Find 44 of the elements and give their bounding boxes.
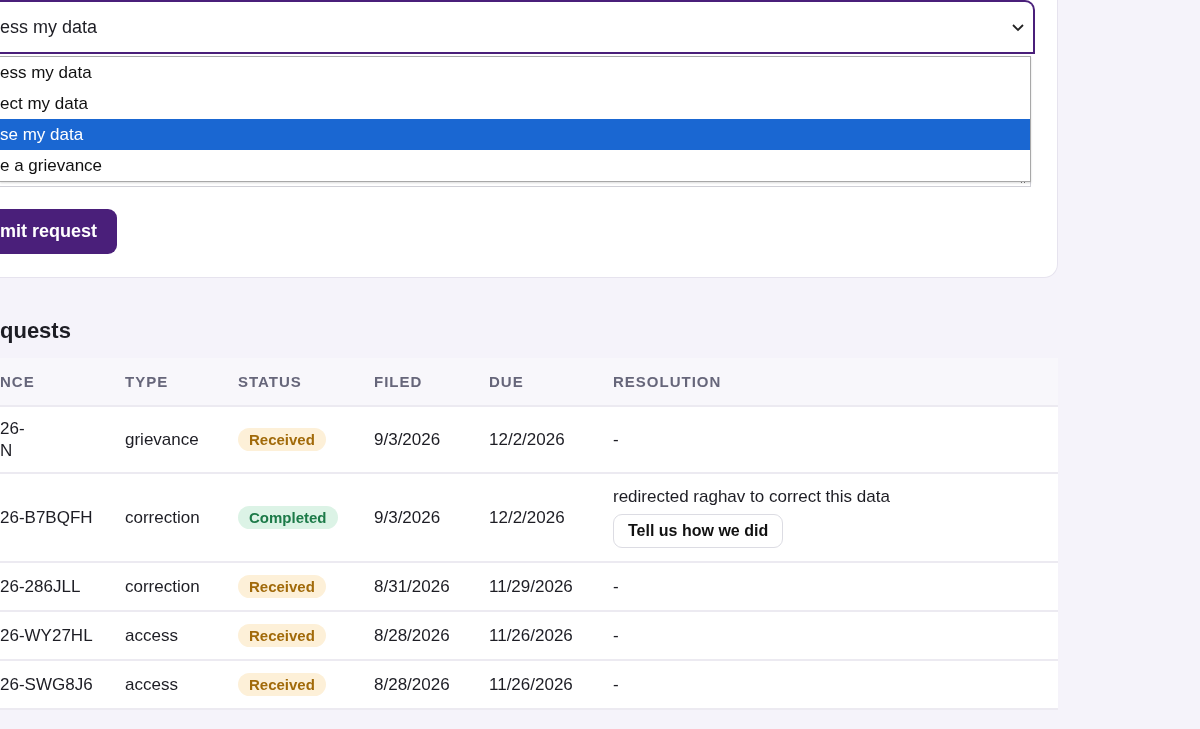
- table-cell: -: [613, 661, 1058, 710]
- status-badge: Received: [238, 673, 326, 696]
- dropdown-option[interactable]: se my data: [0, 119, 1030, 150]
- table-cell: 11/26/2026: [489, 612, 613, 661]
- request-type-select[interactable]: ess my data: [0, 0, 1035, 54]
- table-cell: 8/28/2026: [374, 612, 489, 661]
- table-cell: 11/29/2026: [489, 563, 613, 612]
- status-badge: Received: [238, 428, 326, 451]
- column-header: NCE: [0, 358, 125, 407]
- feedback-button[interactable]: Tell us how we did: [613, 514, 784, 548]
- table-cell: 26-WY27HL: [0, 612, 125, 661]
- column-header: TYPE: [125, 358, 238, 407]
- status-badge: Received: [238, 575, 326, 598]
- table-cell: -: [613, 612, 1058, 661]
- status-badge: Received: [238, 624, 326, 647]
- table-cell: correction: [125, 474, 238, 563]
- table-cell: access: [125, 612, 238, 661]
- table-cell: -: [613, 563, 1058, 612]
- table-cell: 8/31/2026: [374, 563, 489, 612]
- section-heading: quests: [0, 318, 72, 344]
- table-cell: 26-286JLL: [0, 563, 125, 612]
- chevron-down-icon: [1011, 22, 1025, 32]
- column-header: RESOLUTION: [613, 358, 1058, 407]
- column-header: DUE: [489, 358, 613, 407]
- table-cell: correction: [125, 563, 238, 612]
- submit-button[interactable]: mit request: [0, 209, 118, 254]
- status-badge: Completed: [238, 506, 338, 529]
- table-cell: 9/3/2026: [374, 474, 489, 563]
- table-cell: -: [613, 407, 1058, 474]
- dropdown-option[interactable]: ect my data: [0, 88, 1030, 119]
- table-cell: 26-SWG8J6: [0, 661, 125, 710]
- table-cell: access: [125, 661, 238, 710]
- dropdown-option[interactable]: e a grievance: [0, 150, 1030, 181]
- resolution-text: redirected raghav to correct this data: [613, 487, 890, 507]
- column-header: FILED: [374, 358, 489, 407]
- table-cell: 12/2/2026: [489, 407, 613, 474]
- dropdown-option[interactable]: ess my data: [0, 57, 1030, 88]
- column-header: STATUS: [238, 358, 374, 407]
- table-cell: 9/3/2026: [374, 407, 489, 474]
- table-cell: 8/28/2026: [374, 661, 489, 710]
- table-cell: 26-B7BQFH: [0, 474, 125, 563]
- table-cell: 11/26/2026: [489, 661, 613, 710]
- table-cell: grievance: [125, 407, 238, 474]
- table-cell: 26- N: [0, 407, 125, 474]
